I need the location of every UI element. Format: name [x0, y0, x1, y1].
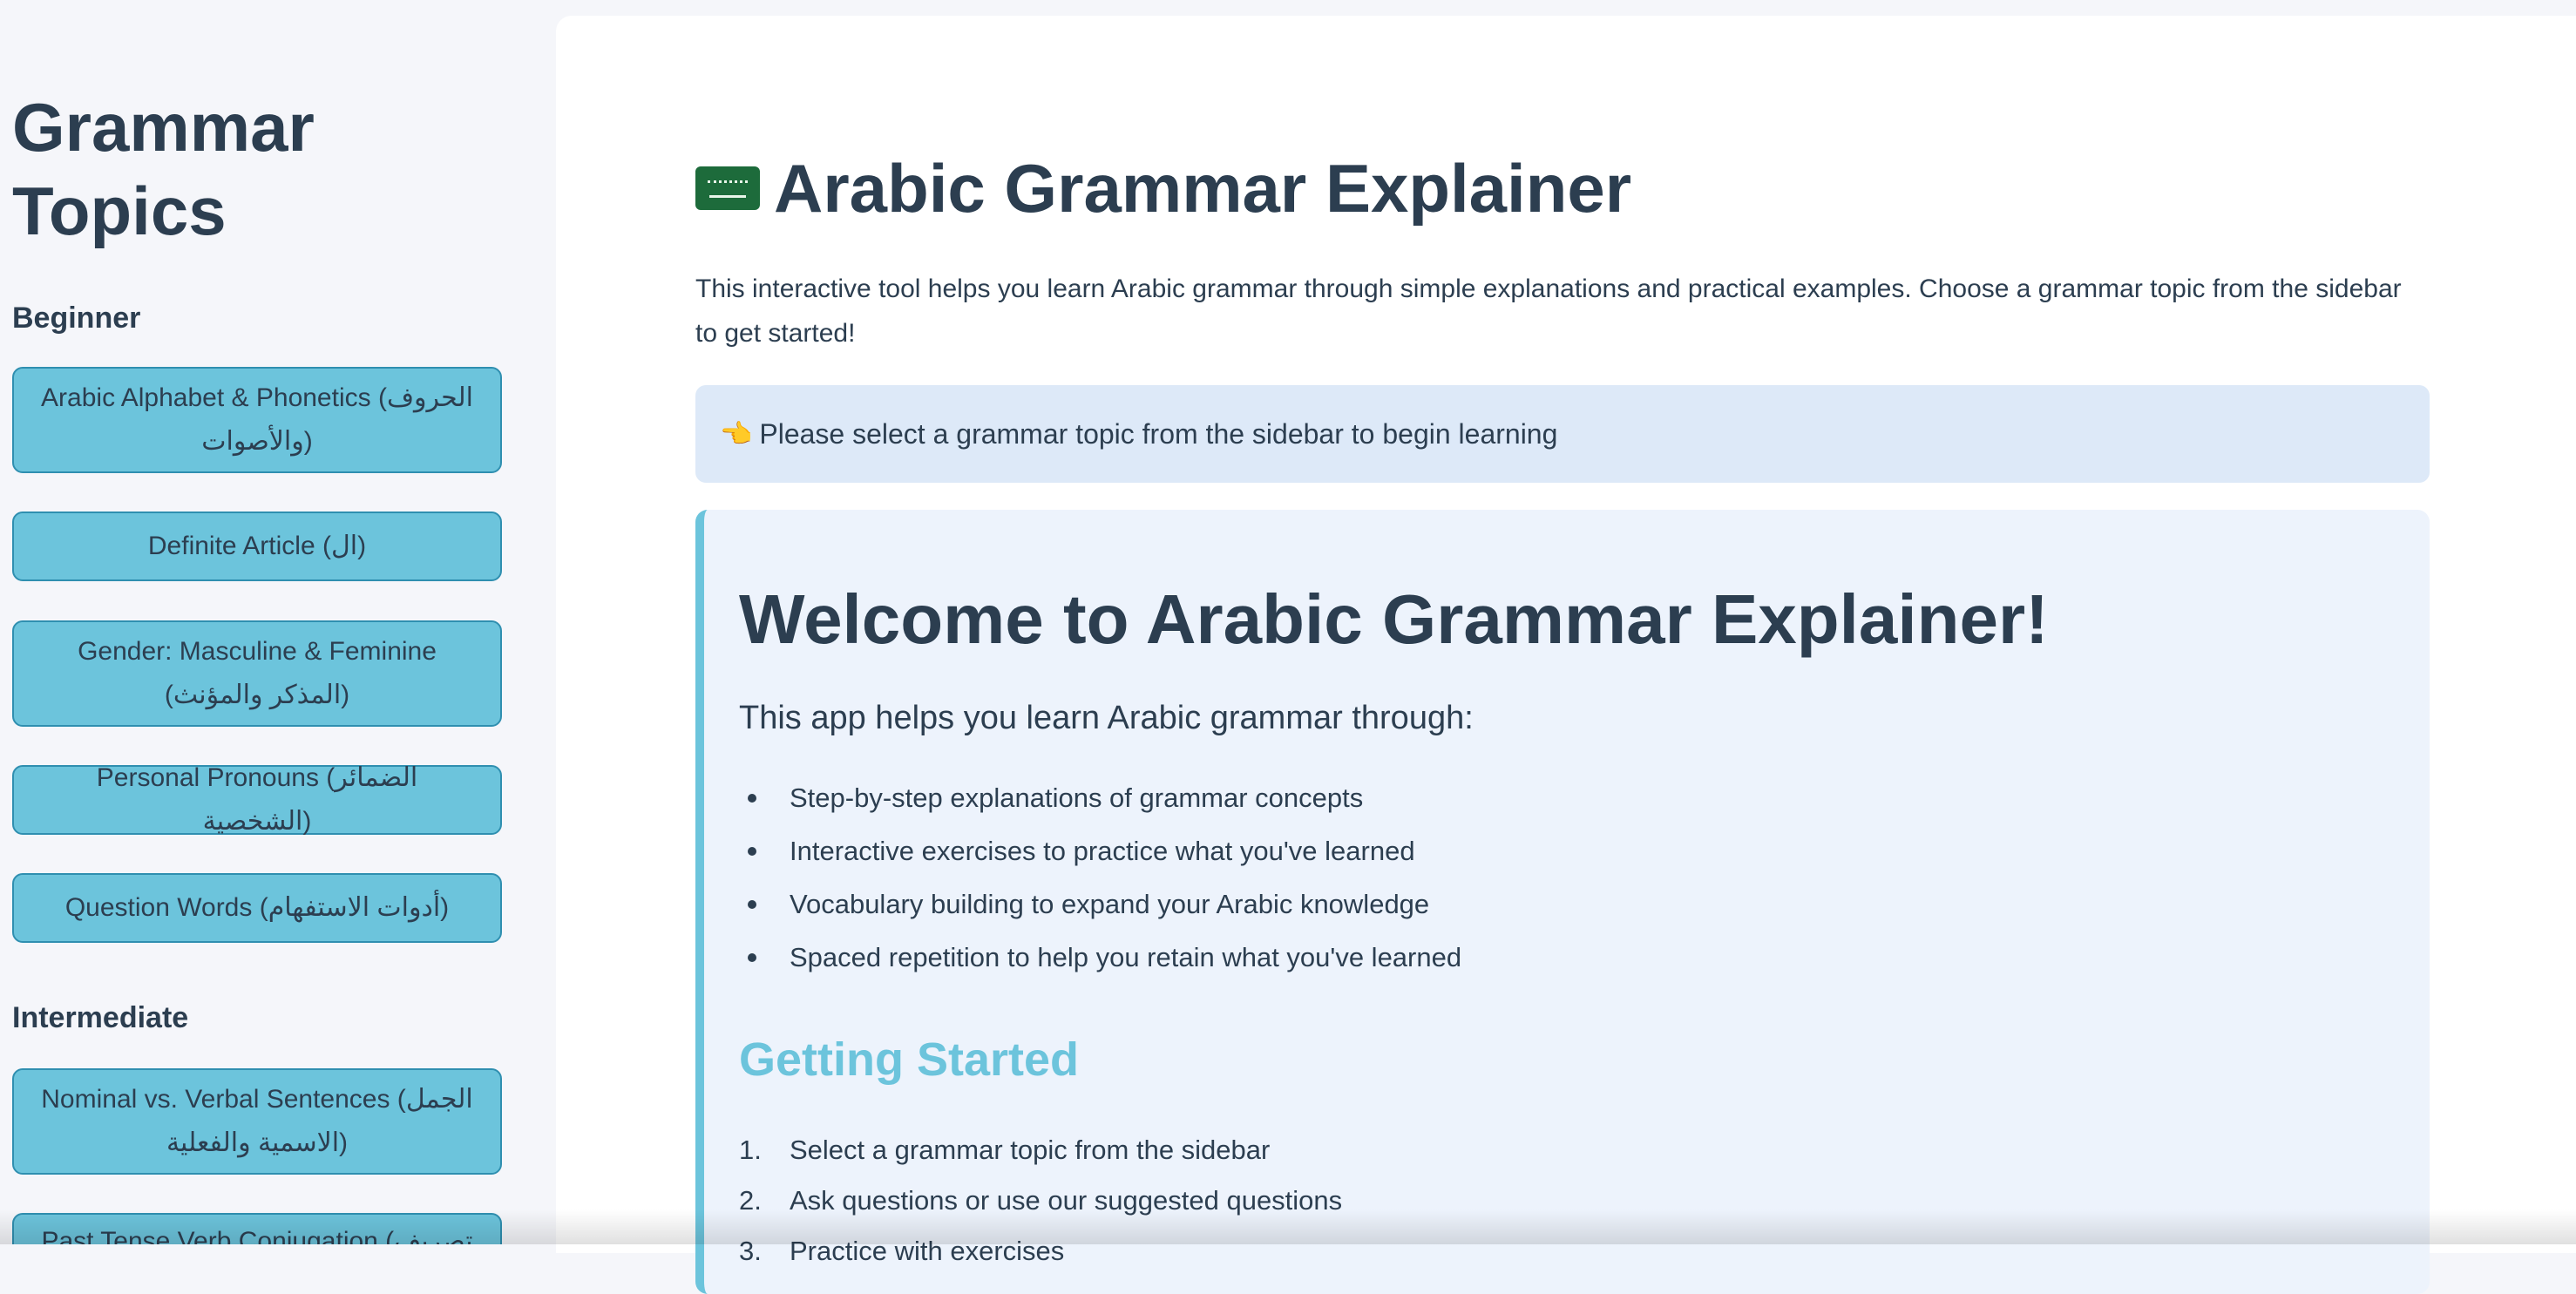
- step-text: Practice with exercises: [790, 1236, 1065, 1266]
- step-number: 3.: [739, 1236, 762, 1266]
- sidebar: Grammar Topics Beginner Arabic Alphabet …: [0, 0, 556, 1244]
- main-content: Arabic Grammar Explainer This interactiv…: [556, 16, 2576, 1294]
- page-title: Arabic Grammar Explainer: [695, 145, 1631, 232]
- topic-button-nominal-verbal-sentences[interactable]: Nominal vs. Verbal Sentences (الجمل الاس…: [12, 1068, 502, 1175]
- welcome-card: Welcome to Arabic Grammar Explainer! Thi…: [695, 510, 2430, 1294]
- list-item: 3. Practice with exercises: [739, 1226, 1342, 1277]
- section-label-intermediate: Intermediate: [12, 1001, 189, 1034]
- info-alert: 👈 Please select a grammar topic from the…: [695, 385, 2430, 483]
- intro-text: This interactive tool helps you learn Ar…: [695, 274, 2402, 348]
- step-text: Select a grammar topic from the sidebar: [790, 1135, 1271, 1165]
- step-text: Ask questions or use our suggested quest…: [790, 1185, 1343, 1216]
- list-item: 2. Ask questions or use our suggested qu…: [739, 1175, 1342, 1226]
- welcome-subtitle: This app helps you learn Arabic grammar …: [739, 700, 1474, 736]
- step-number: 2.: [739, 1185, 762, 1216]
- feature-list: Step-by-step explanations of grammar con…: [739, 771, 1461, 984]
- section-label-beginner: Beginner: [12, 301, 141, 335]
- list-item: Vocabulary building to expand your Arabi…: [739, 877, 1461, 931]
- saudi-flag-icon: [695, 166, 760, 210]
- list-item: 1. Select a grammar topic from the sideb…: [739, 1125, 1342, 1175]
- topic-button-personal-pronouns[interactable]: Personal Pronouns (الضمائر الشخصية): [12, 763, 502, 836]
- sidebar-title: Grammar Topics: [12, 89, 315, 249]
- info-alert-text: Please select a grammar topic from the s…: [759, 417, 1558, 450]
- list-item: Step-by-step explanations of grammar con…: [739, 771, 1461, 824]
- list-item: Spaced repetition to help you retain wha…: [739, 931, 1461, 984]
- topic-button-past-tense[interactable]: Past Tense Verb Conjugation (تصريف: [12, 1213, 502, 1244]
- steps-list: 1. Select a grammar topic from the sideb…: [739, 1125, 1342, 1277]
- list-item: Interactive exercises to practice what y…: [739, 824, 1461, 877]
- pointing-hand-icon: 👈: [720, 419, 753, 449]
- topic-button-gender[interactable]: Gender: Masculine & Feminine (المذكر وال…: [12, 620, 502, 727]
- getting-started-heading: Getting Started: [739, 1033, 1080, 1086]
- topic-button-question-words[interactable]: Question Words (أدوات الاستفهام): [12, 873, 502, 943]
- welcome-title: Welcome to Arabic Grammar Explainer!: [739, 580, 2049, 658]
- step-number: 1.: [739, 1135, 762, 1165]
- topic-button-definite-article[interactable]: Definite Article (ال): [12, 512, 502, 581]
- page-title-text: Arabic Grammar Explainer: [774, 150, 1632, 227]
- topic-button-alphabet-phonetics[interactable]: Arabic Alphabet & Phonetics (الحروف والأ…: [12, 367, 502, 473]
